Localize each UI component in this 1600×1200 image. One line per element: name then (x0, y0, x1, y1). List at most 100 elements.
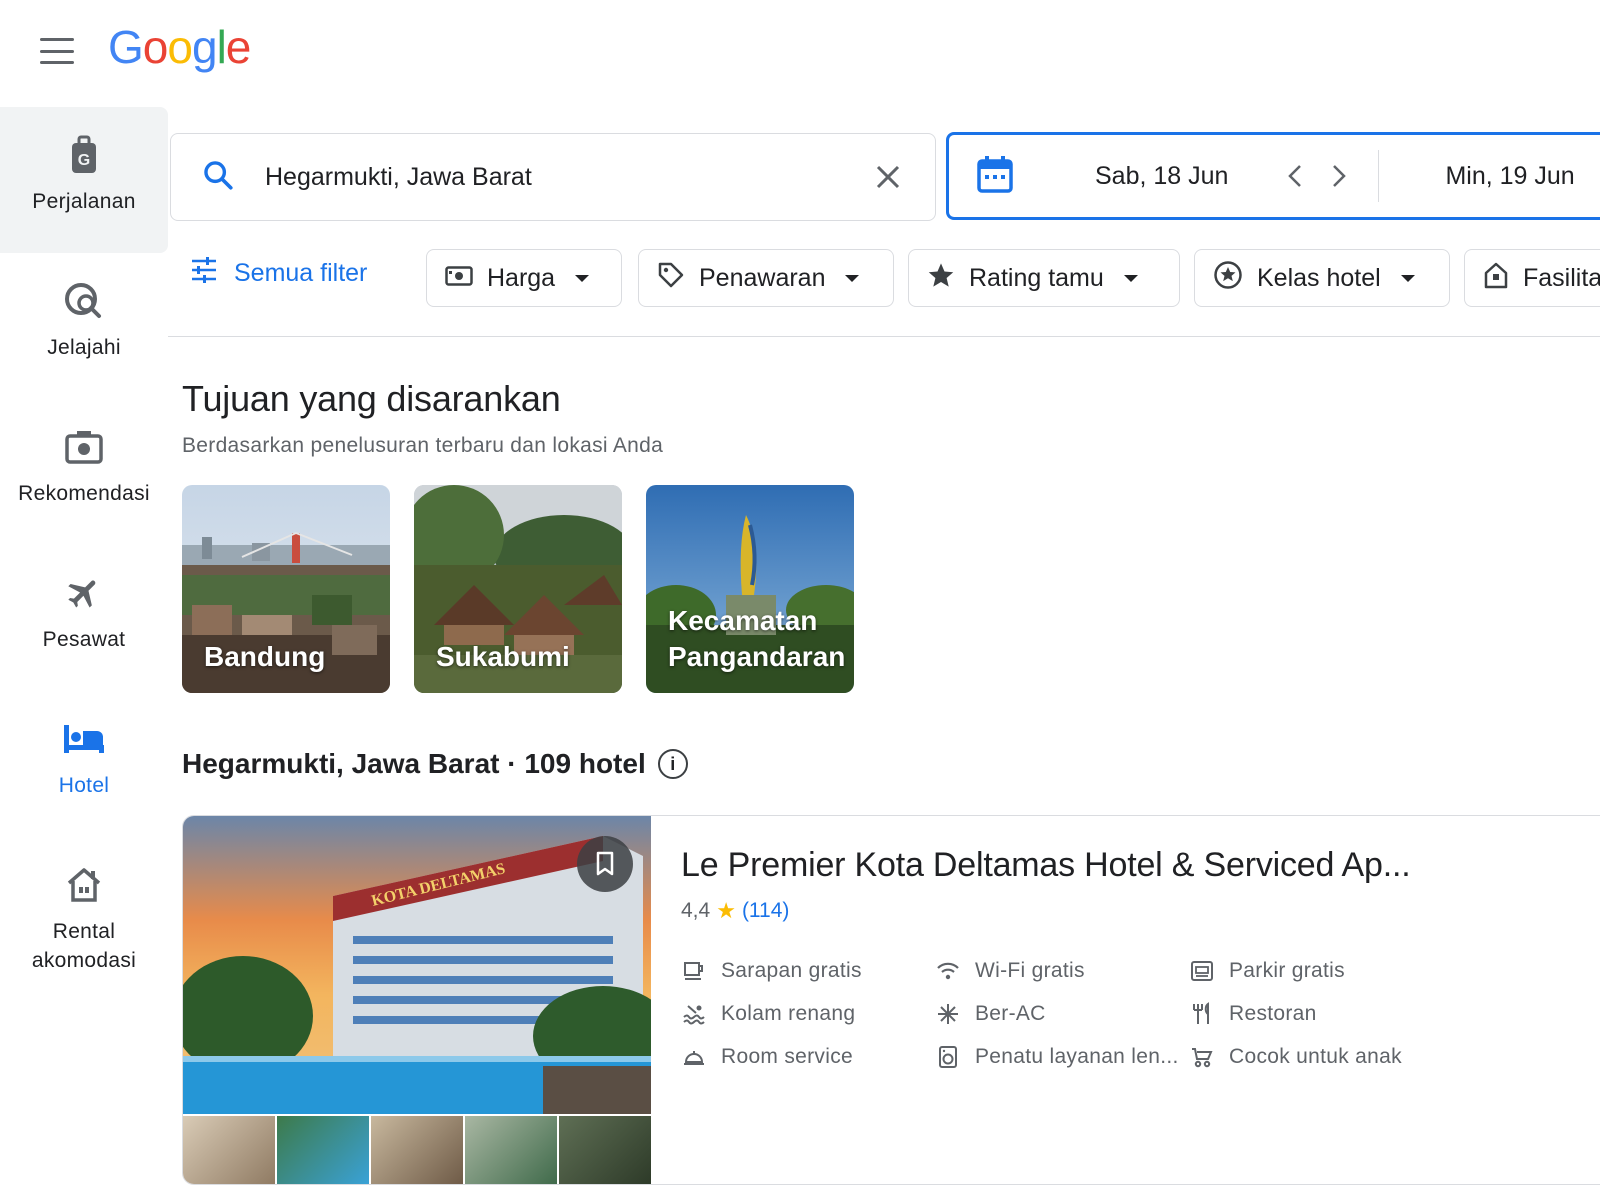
chip-label: Fasilita (1523, 263, 1600, 292)
bed-icon (62, 717, 106, 761)
logo-letter: g (191, 21, 218, 73)
parking-icon (1189, 958, 1215, 984)
destination-card-bandung[interactable]: Bandung (182, 485, 390, 693)
amenity-label: Restoran (1229, 1002, 1317, 1025)
sidebar-item-hotels[interactable]: Hotel (0, 691, 168, 837)
amenity-item: Kolam renang (681, 1001, 855, 1027)
thumbnail-pool[interactable] (277, 1116, 369, 1184)
destination-card-sukabumi[interactable]: Sukabumi (414, 485, 622, 693)
hotel-thumbnails (183, 1116, 651, 1184)
review-count-link[interactable]: (114) (742, 899, 789, 923)
sidebar-item-label: Pesawat (42, 628, 126, 651)
amenity-label: Penatu layanan len... (975, 1045, 1179, 1068)
sidebar-item-explore[interactable]: Jelajahi (0, 253, 168, 399)
chip-label: Rating tamu (969, 263, 1104, 292)
amenities-filter-chip[interactable]: Fasilita (1464, 249, 1600, 307)
amenity-label: Sarapan gratis (721, 959, 862, 982)
all-filters-button[interactable]: Semua filter (190, 257, 367, 290)
sidebar: G Perjalanan Jelajahi Rekomendasi Pesawa… (0, 107, 168, 983)
price-filter-chip[interactable]: Harga (426, 249, 622, 307)
hotel-amenity-icon (1483, 261, 1509, 296)
thumbnail-room[interactable] (183, 1116, 275, 1184)
chevron-left-icon[interactable] (1284, 161, 1306, 191)
amenity-label: Kolam renang (721, 1002, 856, 1025)
filter-bar: Semua filter Harga Penawaran Rating tamu… (170, 249, 1600, 309)
thumbnail-hall[interactable] (465, 1116, 557, 1184)
checkin-date[interactable]: Sab, 18 Jun (1095, 162, 1228, 191)
all-filters-label: Semua filter (234, 259, 368, 287)
bookmark-icon (596, 851, 614, 876)
hotel-class-filter-chip[interactable]: Kelas hotel (1194, 249, 1450, 307)
bookmark-button[interactable] (577, 836, 633, 892)
search-input[interactable]: Hegarmukti, Jawa Barat (265, 163, 871, 192)
sidebar-item-label: Perjalanan (32, 190, 136, 213)
tune-icon (190, 257, 218, 290)
menu-bar (40, 38, 74, 41)
amenity-label: Ber-AC (975, 1002, 1046, 1025)
sidebar-item-vacation-rentals[interactable]: Rental akomodasi (0, 837, 168, 983)
location-search-field[interactable]: Hegarmukti, Jawa Barat (170, 133, 936, 221)
amenity-item: Room service (681, 1044, 853, 1070)
guest-rating-filter-chip[interactable]: Rating tamu (908, 249, 1180, 307)
snowflake-icon (935, 1001, 961, 1027)
date-picker[interactable]: Sab, 18 Jun Min, 19 Jun (946, 132, 1600, 220)
luggage-icon: G (62, 133, 106, 177)
close-icon[interactable] (871, 160, 905, 194)
room-service-icon (681, 1044, 707, 1070)
chevron-right-icon[interactable] (1328, 161, 1350, 191)
pool-icon (681, 1001, 707, 1027)
hotel-photo[interactable]: KOTA DELTAMAS (183, 816, 651, 1114)
dropdown-arrow-icon (575, 274, 590, 282)
deals-filter-chip[interactable]: Penawaran (638, 249, 894, 307)
wifi-icon (935, 958, 961, 984)
menu-bar (40, 49, 74, 53)
destination-card-pangandaran[interactable]: Kecamatan Pangandaran (646, 485, 854, 693)
calendar-icon[interactable] (977, 155, 1017, 198)
amenity-item: Cocok untuk anak (1189, 1044, 1402, 1070)
sidebar-item-flights[interactable]: Pesawat (0, 545, 168, 691)
camera-icon (62, 425, 106, 469)
logo-letter: o (142, 21, 169, 73)
google-logo[interactable]: Google (108, 20, 251, 74)
sidebar-item-label: Hotel (58, 774, 110, 797)
sidebar-item-label: Rekomendasi (18, 482, 150, 505)
main-menu-button[interactable] (38, 36, 76, 66)
star-icon: ★ (716, 898, 736, 923)
chip-label: Penawaran (699, 263, 826, 292)
dropdown-arrow-icon (1123, 274, 1138, 282)
amenity-label: Room service (721, 1045, 853, 1068)
thumbnail-bathroom[interactable] (371, 1116, 463, 1184)
dropdown-arrow-icon (845, 274, 860, 282)
washing-machine-icon (935, 1044, 961, 1070)
hotel-card[interactable]: KOTA DELTAMAS Le Premier Kota Deltamas H… (182, 815, 1600, 1185)
airplane-icon (62, 571, 106, 615)
destination-name: Sukabumi (436, 641, 570, 672)
house-icon (62, 863, 106, 907)
logo-letter: G (108, 21, 144, 73)
sidebar-item-trips[interactable]: G Perjalanan (0, 107, 168, 253)
logo-letter: l (216, 21, 227, 73)
amenity-item: Sarapan gratis (681, 958, 862, 984)
star-circle-icon (1213, 260, 1243, 297)
menu-bar (40, 61, 74, 64)
amenity-item: Wi-Fi gratis (935, 958, 1085, 984)
suggestions-subtitle: Berdasarkan penelusuran terbaru dan loka… (182, 434, 664, 457)
amenity-item: Parkir gratis (1189, 958, 1345, 984)
checkout-date[interactable]: Min, 19 Jun (1445, 162, 1574, 191)
thumbnail-exterior[interactable] (559, 1116, 651, 1184)
amenity-label: Parkir gratis (1229, 959, 1345, 982)
stroller-icon (1189, 1044, 1215, 1070)
section-divider (168, 336, 1600, 337)
amenity-item: Penatu layanan len... (935, 1044, 1179, 1070)
chip-label: Harga (487, 263, 556, 292)
sidebar-item-label: Jelajahi (47, 336, 121, 359)
restaurant-icon (1189, 1001, 1215, 1027)
info-icon[interactable]: i (657, 749, 688, 779)
sidebar-item-recommendations[interactable]: Rekomendasi (0, 399, 168, 545)
coffee-cup-icon (681, 958, 707, 984)
search-icon (201, 158, 235, 197)
hotel-name[interactable]: Le Premier Kota Deltamas Hotel & Service… (681, 846, 1411, 885)
svg-text:G: G (78, 152, 90, 169)
amenity-label: Wi-Fi gratis (975, 959, 1085, 982)
star-icon (927, 261, 955, 296)
